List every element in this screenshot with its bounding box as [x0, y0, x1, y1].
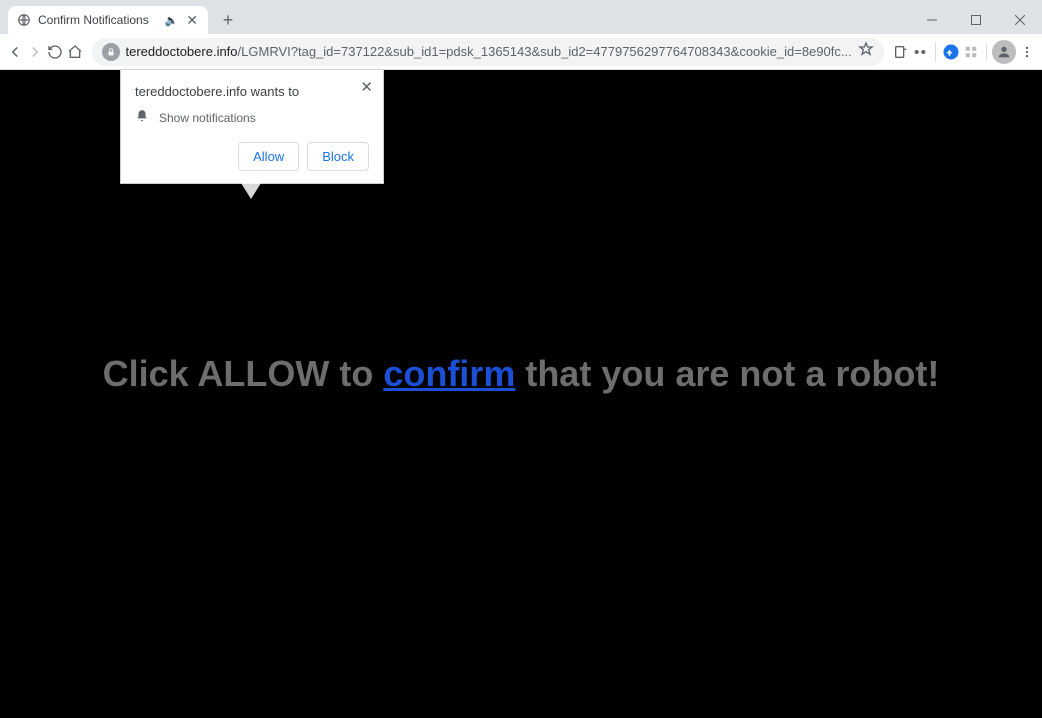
popup-close-icon[interactable]: ✕ [360, 78, 373, 96]
new-tab-button[interactable]: + [214, 6, 242, 34]
robot-heading: Click ALLOW to confirm that you are not … [103, 353, 940, 395]
browser-toolbar: tereddoctobere.info/LGMRVI?tag_id=737122… [0, 34, 1042, 70]
globe-icon [16, 12, 32, 28]
popup-permission-row: Show notifications [135, 109, 369, 126]
permission-label: Show notifications [159, 111, 256, 125]
extension-icon-2[interactable] [911, 38, 929, 66]
tab-close-icon[interactable]: ✕ [184, 12, 200, 29]
maximize-button[interactable] [954, 6, 998, 34]
profile-avatar[interactable] [992, 38, 1016, 66]
address-bar[interactable]: tereddoctobere.info/LGMRVI?tag_id=737122… [92, 38, 884, 66]
tab-strip: Confirm Notifications 🔈 ✕ + [0, 0, 910, 34]
url-text: tereddoctobere.info/LGMRVI?tag_id=737122… [126, 44, 852, 59]
extension-icon-1[interactable] [892, 38, 910, 66]
back-button[interactable] [6, 38, 24, 66]
toolbar-separator [986, 43, 987, 61]
home-button[interactable] [66, 38, 84, 66]
forward-button[interactable] [26, 38, 44, 66]
block-button[interactable]: Block [307, 142, 369, 171]
url-path: /LGMRVI?tag_id=737122&sub_id1=pdsk_13651… [238, 44, 852, 59]
speaker-icon: 🔈 [165, 14, 179, 27]
extension-icon-4[interactable] [962, 38, 980, 66]
window-controls [910, 6, 1042, 34]
menu-button[interactable] [1018, 38, 1036, 66]
extension-icon-3[interactable] [942, 38, 960, 66]
heading-pre: Click ALLOW to [103, 353, 384, 394]
heading-post: that you are not a robot! [515, 353, 939, 394]
minimize-button[interactable] [910, 6, 954, 34]
notification-permission-popup: ✕ tereddoctobere.info wants to Show noti… [120, 70, 384, 184]
url-domain: tereddoctobere.info [126, 44, 238, 59]
tab-title: Confirm Notifications [38, 13, 159, 27]
toolbar-separator [935, 43, 936, 61]
popup-buttons: Allow Block [135, 142, 369, 171]
browser-tab[interactable]: Confirm Notifications 🔈 ✕ [8, 6, 208, 34]
bell-icon [135, 109, 149, 126]
reload-button[interactable] [46, 38, 64, 66]
allow-button[interactable]: Allow [238, 142, 299, 171]
close-button[interactable] [998, 6, 1042, 34]
lock-icon[interactable] [102, 43, 120, 61]
confirm-link[interactable]: confirm [383, 353, 515, 394]
popup-tail [241, 183, 261, 199]
bookmark-star-icon[interactable] [858, 41, 874, 62]
popup-title: tereddoctobere.info wants to [135, 84, 369, 99]
avatar-icon [992, 40, 1016, 64]
window-titlebar: Confirm Notifications 🔈 ✕ + [0, 0, 1042, 34]
